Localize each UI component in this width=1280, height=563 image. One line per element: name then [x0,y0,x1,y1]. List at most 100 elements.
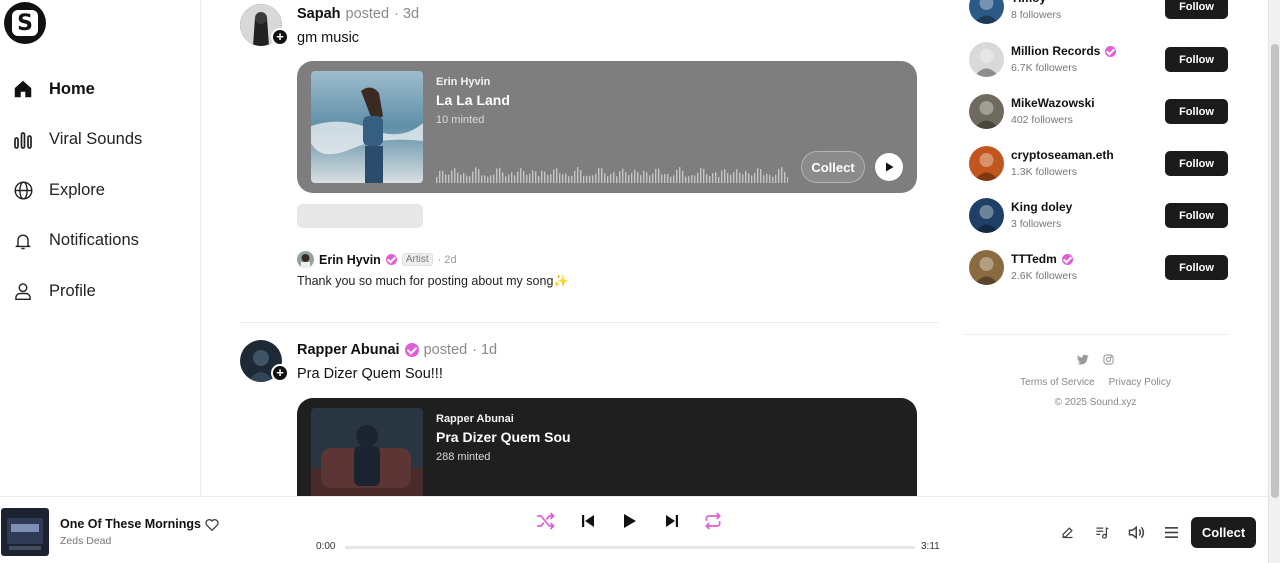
previous-icon[interactable] [576,510,600,532]
waveform[interactable] [436,165,788,183]
waveform-bar [511,172,513,183]
post-username[interactable]: Rapper Abunai [297,342,400,358]
song-artist[interactable]: Rapper Abunai [436,413,514,425]
follower-count: 1.3K followers [1011,166,1077,178]
artist-badge: Artist [401,253,433,266]
suggested-artist-name[interactable]: King doley [1011,200,1072,214]
waveform-bar [583,176,585,183]
post-username[interactable]: Sapah [297,6,341,22]
suggested-artist-row[interactable]: Timoy 8 followers Follow [969,0,1228,25]
waveform-bar [532,170,534,183]
elapsed-time: 0:00 [316,541,336,552]
suggested-artist-name-row: Timoy [1011,0,1046,5]
comment-avatar[interactable] [297,251,314,268]
waveform-bar [685,176,687,183]
waveform-bar [469,176,471,183]
waveform-bar [502,172,504,183]
waveform-bar [535,171,537,183]
play-pause-icon[interactable] [617,510,641,532]
queue-music-icon[interactable] [1093,523,1111,541]
menu-icon[interactable] [1162,523,1180,541]
now-playing-artwork[interactable] [1,508,49,556]
shuffle-icon[interactable] [534,510,558,532]
song-card[interactable]: Erin Hyvin La La Land 10 minted Collect [297,61,917,193]
follower-count: 8 followers [1011,9,1062,21]
waveform-bar [601,168,603,183]
page-scrollbar[interactable] [1268,0,1280,563]
suggested-artist-row[interactable]: Million Records 6.7K followers Follow [969,40,1228,78]
suggested-artist-avatar[interactable] [969,146,1004,181]
footer-divider [963,334,1228,335]
verified-icon [404,343,419,357]
suggested-artist-avatar[interactable] [969,198,1004,233]
follow-plus-icon[interactable]: + [271,364,289,382]
twitter-icon[interactable] [1077,352,1089,370]
suggested-artist-row[interactable]: King doley 3 followers Follow [969,196,1228,234]
progress-bar[interactable] [345,546,915,549]
waveform-bar [571,175,573,183]
nav-label: Profile [49,281,96,300]
privacy-link[interactable]: Privacy Policy [1109,377,1171,388]
song-title[interactable]: Pra Dizer Quem Sou [436,429,571,445]
post-header: Rapper Abunai posted · 1d [297,342,497,358]
suggested-artist-row[interactable]: MikeWazowski 402 followers Follow [969,92,1228,130]
nav-item-profile[interactable]: Profile [0,266,200,317]
waveform-bar [724,169,726,183]
follower-count: 3 followers [1011,218,1062,230]
suggested-artist-row[interactable]: cryptoseaman.eth 1.3K followers Follow [969,144,1228,182]
now-playing-artist[interactable]: Zeds Dead [60,535,111,547]
waveform-bar [598,168,600,183]
song-artist[interactable]: Erin Hyvin [436,76,490,88]
suggested-artist-name[interactable]: TTTedm [1011,252,1057,266]
post-text: Pra Dizer Quem Sou!!! [297,366,443,382]
home-icon [12,78,34,100]
instagram-icon[interactable] [1103,352,1114,370]
nav-item-viral-sounds[interactable]: Viral Sounds [0,115,200,166]
suggested-artist-name[interactable]: Timoy [1011,0,1046,5]
waveform-bar [610,173,612,183]
follow-button[interactable]: Follow [1165,99,1228,124]
follow-button[interactable]: Follow [1165,0,1228,19]
next-icon[interactable] [660,510,684,532]
collect-button[interactable]: Collect [801,151,865,183]
waveform-bar [778,169,780,183]
suggested-artist-avatar[interactable] [969,0,1004,24]
terms-link[interactable]: Terms of Service [1020,377,1094,388]
follow-button[interactable]: Follow [1165,255,1228,280]
edit-icon[interactable] [1058,523,1076,541]
nav-item-home[interactable]: Home [0,64,200,115]
sound-logo[interactable]: S [4,2,46,44]
play-button[interactable] [875,153,903,181]
volume-icon[interactable] [1128,523,1146,541]
scrollbar-thumb[interactable] [1271,44,1279,498]
waveform-bar [652,173,654,183]
heart-icon[interactable] [204,517,220,533]
follow-button[interactable]: Follow [1165,47,1228,72]
waveform-bar [457,172,459,183]
suggested-artist-avatar[interactable] [969,42,1004,77]
suggested-artist-avatar[interactable] [969,250,1004,285]
song-title[interactable]: La La Land [436,92,510,108]
suggested-artist-row[interactable]: TTTedm 2.6K followers Follow [969,248,1228,286]
follow-button[interactable]: Follow [1165,151,1228,176]
suggested-artist-name[interactable]: MikeWazowski [1011,96,1095,110]
comment-username[interactable]: Erin Hyvin [319,253,381,267]
waveform-bar [478,169,480,183]
suggested-artist-name[interactable]: cryptoseaman.eth [1011,148,1114,162]
waveform-bar [727,172,729,183]
suggested-artist-avatar[interactable] [969,94,1004,129]
nav-item-notifications[interactable]: Notifications [0,216,200,267]
collect-button[interactable]: Collect [1191,517,1256,548]
nav-item-explore[interactable]: Explore [0,165,200,216]
post-divider [240,322,938,323]
waveform-bar [595,173,597,183]
follow-button[interactable]: Follow [1165,203,1228,228]
song-card[interactable]: Rapper Abunai Pra Dizer Quem Sou 288 min… [297,398,917,496]
repeat-icon[interactable] [701,510,725,532]
follow-plus-icon[interactable]: + [271,28,289,46]
now-playing-title[interactable]: One Of These Mornings [60,517,201,531]
waveform-bar [508,174,510,183]
waveform-bar [706,174,708,183]
waveform-bar [514,175,516,183]
suggested-artist-name[interactable]: Million Records [1011,44,1100,58]
